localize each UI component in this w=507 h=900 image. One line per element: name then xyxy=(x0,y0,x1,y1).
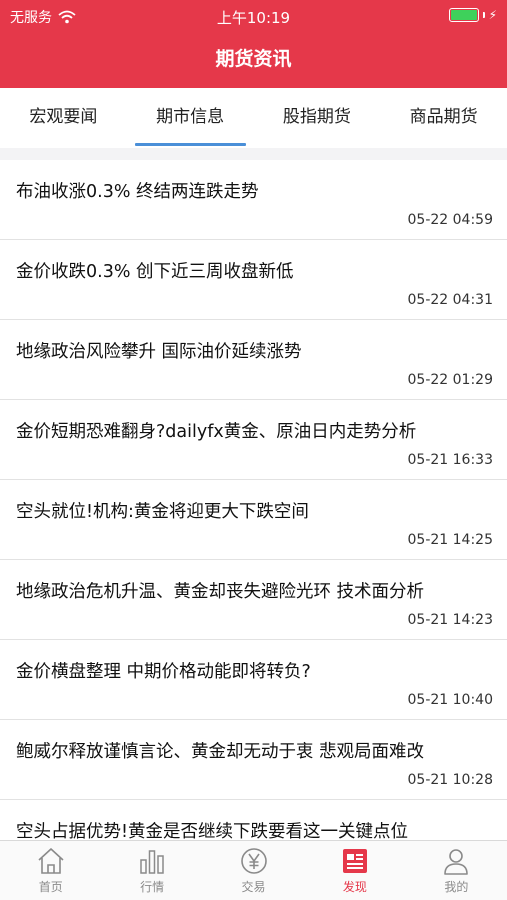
status-bar: 无服务 上午10:19 ⚡ xyxy=(0,0,507,32)
news-time: 05-22 01:29 xyxy=(407,372,493,388)
news-title: 地缘政治风险攀升 国际油价延续涨势 xyxy=(16,342,302,362)
tabbar-mine[interactable]: 我的 xyxy=(406,841,507,900)
news-time: 05-21 10:28 xyxy=(407,772,493,788)
news-item[interactable]: 布油收涨0.3% 终结两连跌走势 05-22 04:59 xyxy=(0,160,507,240)
active-tab-indicator xyxy=(134,143,246,146)
news-time: 05-21 14:25 xyxy=(407,532,493,548)
page-title: 期货资讯 xyxy=(215,48,292,70)
bar-chart-icon xyxy=(140,850,164,874)
tabbar-mine-label: 我的 xyxy=(444,880,469,894)
battery-icon xyxy=(448,8,479,22)
news-list[interactable]: 布油收涨0.3% 终结两连跌走势 05-22 04:59 金价收跌0.3% 创下近… xyxy=(0,160,507,840)
news-item[interactable]: 地缘政治风险攀升 国际油价延续涨势 05-22 01:29 xyxy=(0,320,507,400)
news-item[interactable]: 地缘政治危机升温、黄金却丧失避险光环 技术面分析 05-21 14:23 xyxy=(0,560,507,640)
news-time: 05-21 10:40 xyxy=(407,692,493,708)
charging-icon: ⚡ xyxy=(488,8,497,22)
news-title: 地缘政治危机升温、黄金却丧失避险光环 技术面分析 xyxy=(16,582,425,602)
news-item[interactable]: 空头就位!机构:黄金将迎更大下跌空间 05-21 14:25 xyxy=(0,480,507,560)
bottom-tab-bar: 首页 行情 交易 发现 我的 xyxy=(0,840,507,900)
news-title: 空头就位!机构:黄金将迎更大下跌空间 xyxy=(16,502,309,522)
news-item[interactable]: 空头占据优势!黄金是否继续下跌要看这一关键点位 xyxy=(0,800,507,840)
news-time: 05-21 16:33 xyxy=(407,452,493,468)
tabbar-market[interactable]: 行情 xyxy=(101,841,202,900)
tabbar-discover[interactable]: 发现 xyxy=(304,841,405,900)
news-time: 05-22 04:31 xyxy=(407,292,493,308)
news-item[interactable]: 鲍威尔释放谨慎言论、黄金却无动于衷 悲观局面难改 05-21 10:28 xyxy=(0,720,507,800)
news-title: 金价横盘整理 中期价格动能即将转负? xyxy=(16,662,311,682)
battery-indicator: ⚡ xyxy=(448,8,497,22)
news-card-icon xyxy=(342,849,367,873)
status-time: 上午10:19 xyxy=(216,9,291,27)
tabbar-home-label: 首页 xyxy=(38,880,63,894)
news-title: 鲍威尔释放谨慎言论、黄金却无动于衷 悲观局面难改 xyxy=(16,742,425,762)
news-time: 05-21 14:23 xyxy=(407,612,493,628)
news-item[interactable]: 金价收跌0.3% 创下近三周收盘新低 05-22 04:31 xyxy=(0,240,507,320)
tab-commodity-futures[interactable]: 商品期货 xyxy=(380,88,507,148)
news-time: 05-22 04:59 xyxy=(407,212,493,228)
news-title: 空头占据优势!黄金是否继续下跌要看这一关键点位 xyxy=(16,822,409,840)
tab-index-futures[interactable]: 股指期货 xyxy=(254,88,381,148)
tab-macro-news[interactable]: 宏观要闻 xyxy=(0,88,127,148)
category-tabs: 宏观要闻 期市信息 股指期货 商品期货 xyxy=(0,88,507,148)
app-header: 无服务 上午10:19 ⚡ 期货资讯 xyxy=(0,0,507,88)
news-item[interactable]: 金价短期恐难翻身?dailyfx黄金、原油日内走势分析 05-21 16:33 xyxy=(0,400,507,480)
tabbar-trade-label: 交易 xyxy=(241,880,266,894)
news-item[interactable]: 金价横盘整理 中期价格动能即将转负? 05-21 10:40 xyxy=(0,640,507,720)
user-icon xyxy=(444,849,469,875)
yen-coin-icon xyxy=(240,848,267,874)
news-title: 布油收涨0.3% 终结两连跌走势 xyxy=(16,182,259,202)
tabbar-trade[interactable]: 交易 xyxy=(203,841,304,900)
tabbar-discover-label: 发现 xyxy=(342,880,367,894)
home-icon xyxy=(38,848,64,874)
tabbar-home[interactable]: 首页 xyxy=(0,841,101,900)
tab-futures-info[interactable]: 期市信息 xyxy=(127,88,254,148)
tabbar-market-label: 行情 xyxy=(140,880,165,894)
news-title: 金价收跌0.3% 创下近三周收盘新低 xyxy=(16,262,294,282)
news-title: 金价短期恐难翻身?dailyfx黄金、原油日内走势分析 xyxy=(16,422,417,442)
